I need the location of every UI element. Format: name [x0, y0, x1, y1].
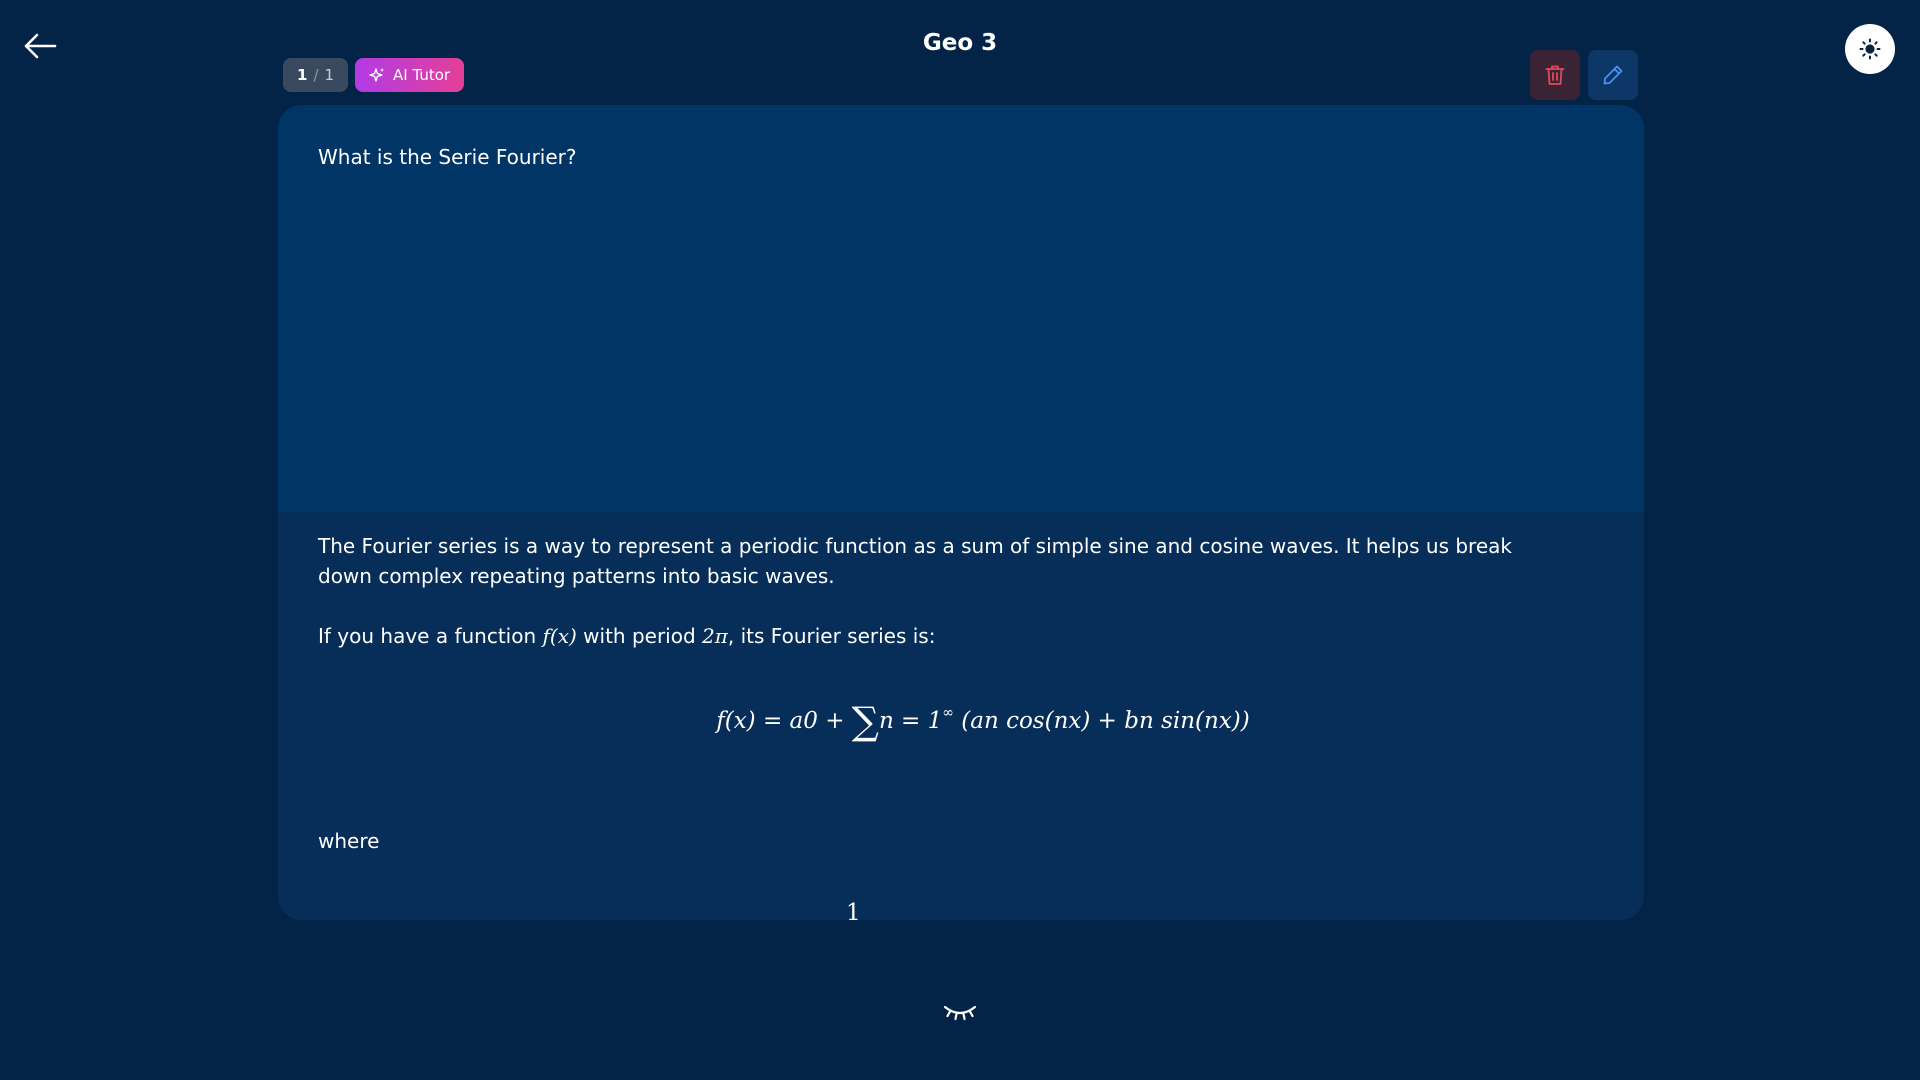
- period-symbol: 2π: [702, 624, 728, 648]
- sentence-after: , its Fourier series is:: [727, 624, 936, 648]
- delete-button[interactable]: [1530, 50, 1580, 100]
- card-front: What is the Serie Fourier?: [278, 105, 1644, 512]
- function-symbol: f(x): [542, 624, 577, 648]
- flashcard-page: Geo 3 1 / 1 AI Tutor What is the Serie F…: [0, 0, 1920, 1080]
- card-counter: 1 / 1: [283, 58, 349, 92]
- formula-index: n = 1: [878, 708, 943, 734]
- partial-formula: 1: [278, 896, 1644, 920]
- edit-button[interactable]: [1588, 50, 1638, 100]
- fourier-formula: f(x) = a0 + ∑n = 1∞ (an cos(nx) + bn sin…: [318, 693, 1560, 750]
- sentence-before: If you have a function: [318, 624, 543, 648]
- reveal-answer-button[interactable]: [940, 995, 980, 1031]
- counter-separator: /: [313, 66, 319, 84]
- answer-intro: The Fourier series is a way to represent…: [318, 534, 1512, 588]
- formula-left: f(x) = a0 +: [716, 708, 852, 734]
- pencil-icon: [1603, 65, 1623, 85]
- answer-function-sentence: If you have a function f(x) with period …: [318, 621, 1560, 651]
- formula-sum: ∑: [851, 699, 879, 743]
- formula-right: (an cos(nx) + bn sin(nx)): [953, 708, 1250, 734]
- where-text: where: [318, 829, 380, 853]
- counter-total: 1: [324, 66, 335, 84]
- sun-icon: [1859, 38, 1881, 60]
- counter-current: 1: [297, 66, 308, 84]
- eye-closed-icon: [943, 1005, 977, 1021]
- sentence-middle: with period: [576, 624, 703, 648]
- card-back: The Fourier series is a way to represent…: [318, 531, 1560, 856]
- partial-formula-fraction: 1: [846, 900, 861, 920]
- ai-tutor-button[interactable]: AI Tutor: [355, 58, 465, 92]
- sparkles-icon: [369, 68, 384, 82]
- theme-toggle-button[interactable]: [1845, 24, 1895, 74]
- flashcard: What is the Serie Fourier? The Fourier s…: [278, 105, 1644, 920]
- trash-icon: [1545, 65, 1565, 85]
- ai-tutor-label: AI Tutor: [393, 66, 451, 84]
- formula-sup: ∞: [942, 705, 954, 721]
- question-text: What is the Serie Fourier?: [318, 145, 577, 169]
